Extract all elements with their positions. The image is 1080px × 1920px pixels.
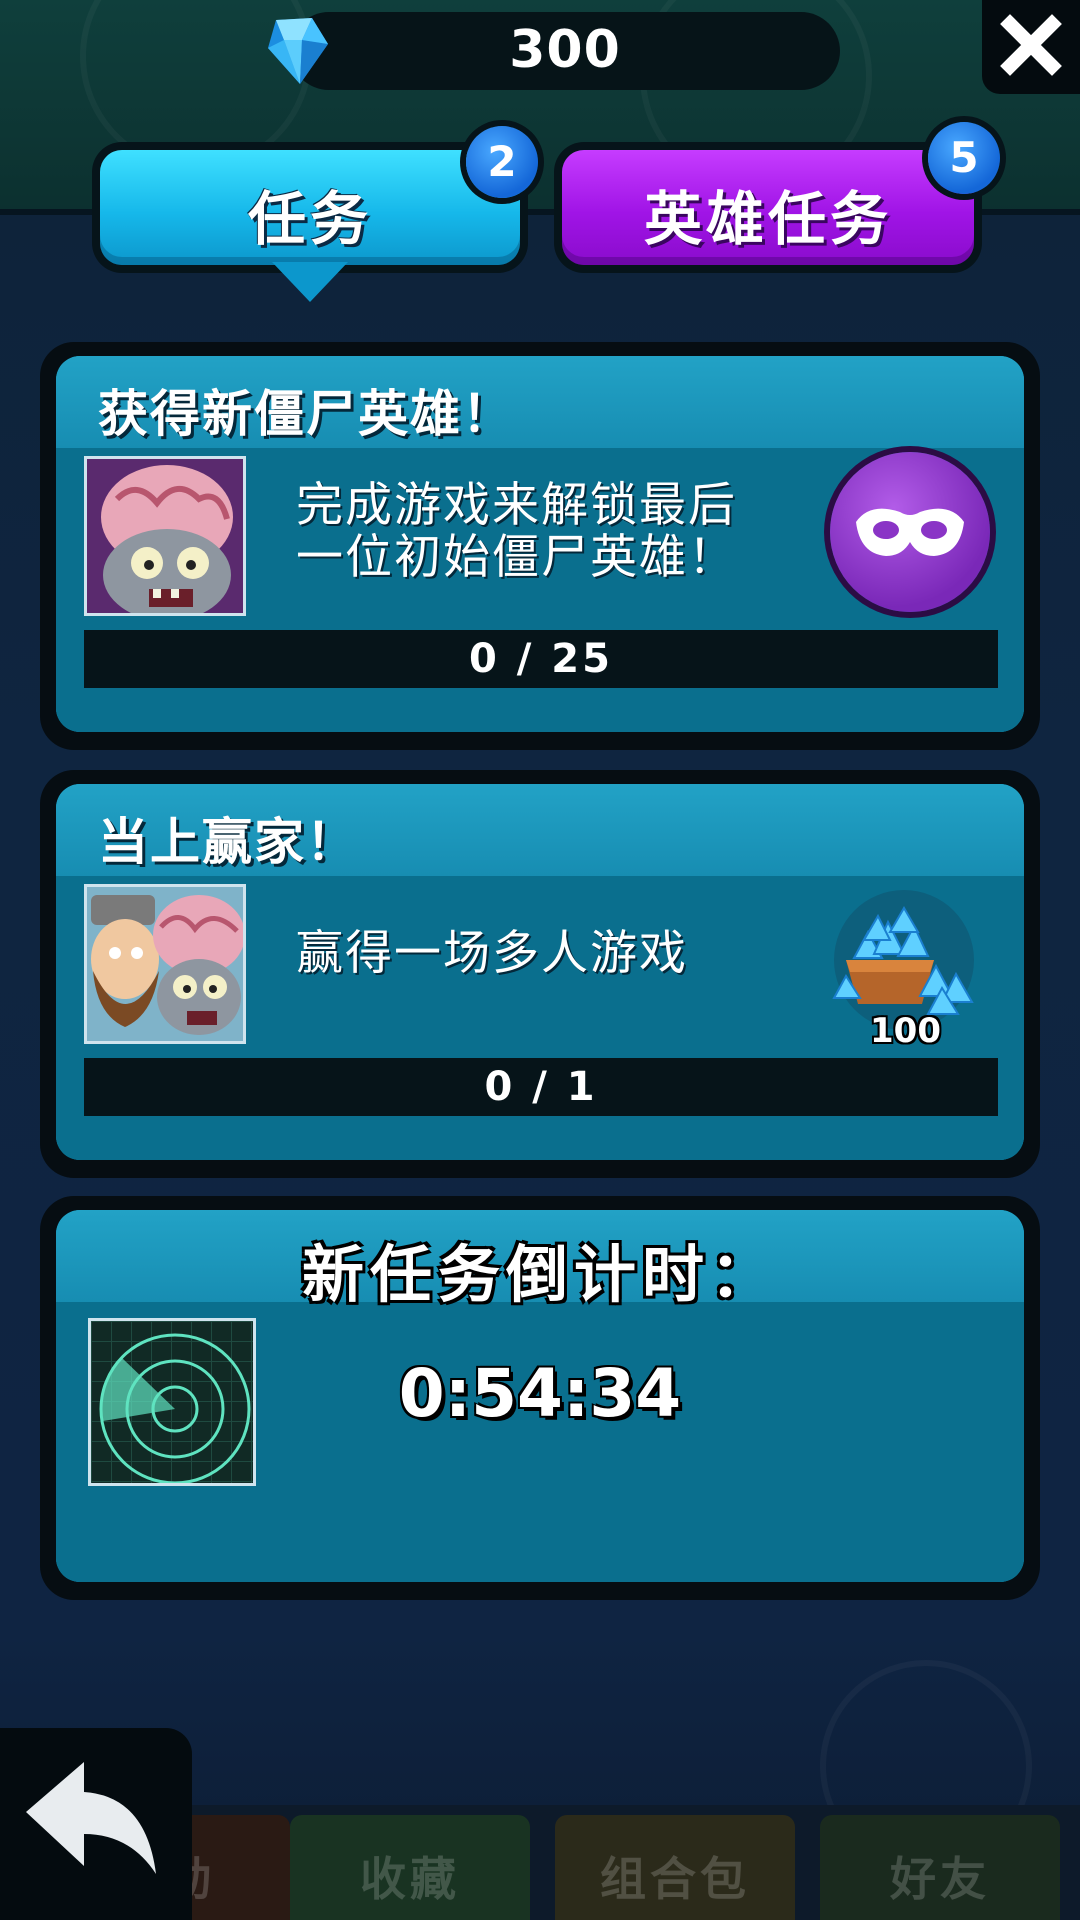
close-button[interactable] (982, 0, 1080, 94)
quest-progress-bar: 0 / 1 (84, 1058, 998, 1116)
gem-count: 300 (509, 20, 621, 80)
quest-progress-text: 0 / 25 (469, 636, 613, 682)
quest-title: 获得新僵尸英雄！ (98, 385, 514, 443)
tab-quests[interactable]: 任务 (100, 150, 520, 265)
tab-hero-quests[interactable]: 英雄任务 (562, 150, 974, 265)
close-icon (1000, 14, 1062, 76)
quest-card: 获得新僵尸英雄！ 完成游戏来解锁最后 一位初始僵尸英雄！ 0 / 25 (40, 342, 1040, 750)
nav-tab-friends[interactable]: 好友 (820, 1815, 1060, 1920)
tab-quests-label: 任务 (247, 185, 372, 253)
quest-description-line: 一位初始僵尸英雄！ (296, 530, 737, 585)
back-button[interactable] (0, 1728, 192, 1920)
multiplayer-portrait (84, 884, 246, 1044)
quest-description-line: 完成游戏来解锁最后 (296, 478, 737, 533)
quest-progress-bar: 0 / 25 (84, 630, 998, 688)
tab-hero-quests-label: 英雄任务 (643, 185, 892, 253)
tab-quests-badge: 2 (466, 126, 538, 198)
nav-tab-label: 好友 (890, 1852, 990, 1906)
countdown-card: 新任务倒计时： 0:54:34 (40, 1196, 1040, 1600)
quest-title: 当上赢家！ (98, 813, 358, 871)
quest-progress-text: 0 / 1 (484, 1064, 598, 1110)
back-arrow-icon (26, 1762, 156, 1874)
countdown-title: 新任务倒计时： (301, 1238, 778, 1311)
gem-counter: 300 (290, 12, 840, 90)
tab-hero-quests-badge: 5 (928, 122, 1000, 194)
mask-reward-icon (830, 452, 990, 612)
zombie-hero-portrait (84, 456, 246, 616)
tab-active-pointer (272, 262, 348, 302)
nav-tab-label: 组合包 (600, 1852, 750, 1906)
nav-tab-collection[interactable]: 收藏 (290, 1815, 530, 1920)
quest-card: 当上赢家！ 赢得一场多人游戏 100 0 / 1 (40, 770, 1040, 1178)
gem-icon (262, 14, 332, 88)
nav-tab-packs[interactable]: 组合包 (555, 1815, 795, 1920)
quest-description-line: 赢得一场多人游戏 (296, 926, 688, 981)
reward-amount: 100 (870, 1011, 941, 1051)
nav-tab-label: 收藏 (360, 1852, 460, 1906)
quest-description: 完成游戏来解锁最后 一位初始僵尸英雄！ (296, 480, 737, 584)
countdown-timer: 0:54:34 (398, 1355, 682, 1432)
quest-description: 赢得一场多人游戏 (296, 928, 688, 980)
